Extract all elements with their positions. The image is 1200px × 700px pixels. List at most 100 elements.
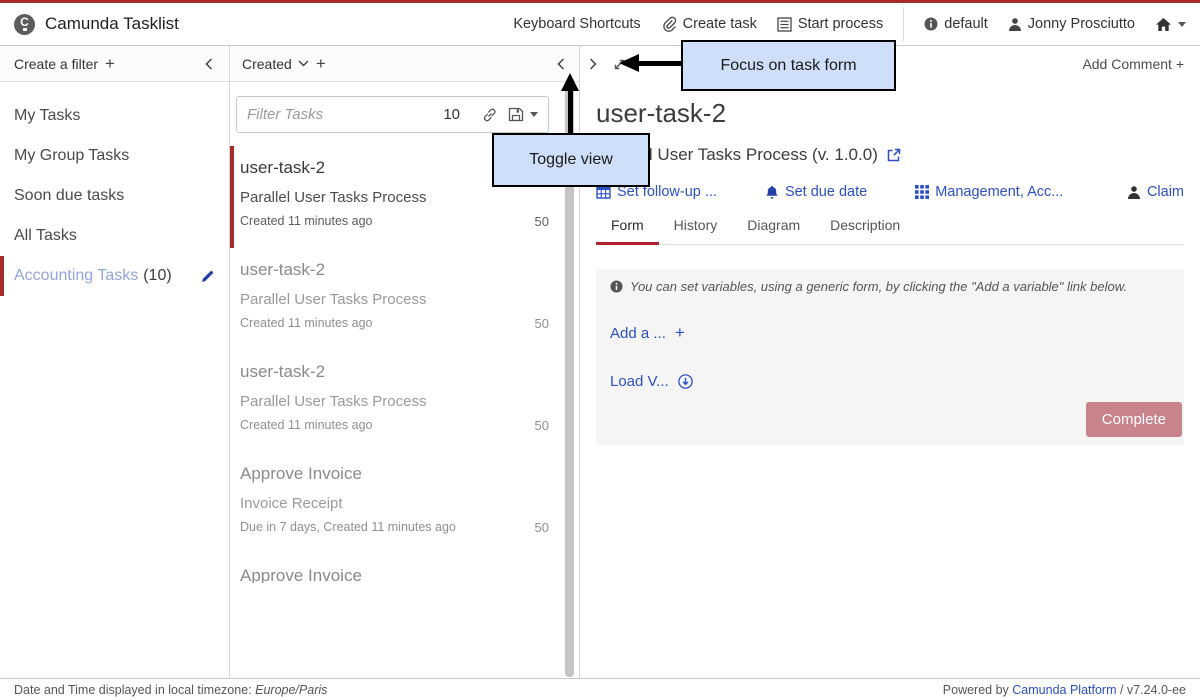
save-filter-icon[interactable] (508, 107, 524, 122)
task-name: user-task-2 (240, 362, 549, 382)
task-name: Approve Invoice (240, 464, 549, 484)
start-process-label: Start process (798, 16, 883, 32)
add-variable-link[interactable]: Add a ... + (610, 323, 685, 343)
filter-label: Soon due tasks (14, 187, 124, 205)
version-label: / v7.24.0-ee (1120, 683, 1186, 697)
collapse-sidebar-icon[interactable] (203, 57, 215, 71)
filter-item-accounting-tasks[interactable]: Accounting Tasks (10) (0, 256, 229, 296)
header-divider (903, 7, 904, 41)
filter-label: All Tasks (14, 227, 77, 245)
start-process-button[interactable]: Start process (777, 16, 883, 32)
task-process: Parallel User Tasks Process (240, 291, 549, 308)
timezone-note: Date and Time displayed in local timezon… (14, 683, 327, 697)
copy-link-icon[interactable] (482, 107, 498, 123)
task-row[interactable]: user-task-2 Parallel User Tasks Process … (230, 350, 579, 452)
task-detail-panel: Add Comment + user-task-2 Parallel User … (581, 46, 1200, 678)
chevron-down-icon (298, 60, 309, 67)
filter-item-all-tasks[interactable]: All Tasks (0, 216, 229, 256)
task-meta: Created 11 minutes ago (240, 214, 373, 229)
save-caret-down-icon[interactable] (530, 112, 538, 117)
annotation-toggle-view: Toggle view (492, 133, 650, 187)
load-variables-link[interactable]: Load V... (610, 373, 693, 390)
expand-panel-chevron-icon[interactable] (587, 57, 599, 71)
load-variables-label: Load V... (610, 373, 669, 390)
tab-description[interactable]: Description (815, 217, 915, 244)
filter-count: (10) (143, 267, 171, 285)
camunda-logo-icon: C (14, 14, 35, 35)
generic-form-panel: You can set variables, using a generic f… (596, 269, 1184, 445)
task-row[interactable]: user-task-2 Parallel User Tasks Process … (230, 248, 579, 350)
caret-down-icon (1178, 22, 1186, 27)
tab-form[interactable]: Form (596, 217, 659, 245)
bell-icon (765, 185, 779, 200)
annotation-arrowhead-left (619, 54, 639, 72)
groups-label: Management, Acc... (935, 184, 1063, 200)
create-filter-button[interactable]: Create a filter (14, 56, 98, 72)
task-search-box: 10 (236, 96, 549, 133)
app-title: Camunda Tasklist (45, 14, 179, 34)
edit-filter-pencil-icon[interactable] (200, 269, 215, 284)
complete-button[interactable]: Complete (1086, 402, 1182, 437)
timezone-label: Date and Time displayed in local timezon… (14, 683, 252, 697)
filter-list: My Tasks My Group Tasks Soon due tasks A… (0, 82, 229, 296)
task-list: user-task-2 Parallel User Tasks Process … (230, 146, 579, 583)
detail-tabs: Form History Diagram Description (596, 217, 1184, 245)
annotation-text: Toggle view (529, 151, 613, 169)
sort-dropdown[interactable]: Created (242, 56, 309, 72)
camunda-platform-link[interactable]: Camunda Platform (1012, 683, 1116, 697)
add-comment-button[interactable]: Add Comment + (1082, 56, 1184, 72)
brand: C Camunda Tasklist (14, 14, 179, 35)
task-process: Parallel User Tasks Process (240, 393, 549, 410)
download-circle-icon (678, 374, 693, 389)
paperclip-icon (661, 16, 677, 32)
status-footer: Date and Time displayed in local timezon… (0, 678, 1200, 700)
search-input[interactable] (247, 106, 443, 123)
external-link-icon[interactable] (886, 147, 902, 163)
task-priority: 50 (535, 316, 549, 331)
tab-diagram[interactable]: Diagram (732, 217, 815, 244)
powered-by-note: Powered by Camunda Platform / v7.24.0-ee (943, 683, 1186, 697)
annotation-arrowhead-up (561, 73, 579, 91)
claim-label: Claim (1147, 184, 1184, 200)
user-name: Jonny Prosciutto (1028, 16, 1135, 32)
create-task-button[interactable]: Create task (661, 16, 757, 32)
keyboard-shortcuts-link[interactable]: Keyboard Shortcuts (513, 16, 640, 32)
collapse-task-list-icon[interactable] (555, 57, 567, 71)
task-priority: 50 (535, 214, 549, 229)
filters-header: Create a filter + (0, 46, 229, 82)
home-menu[interactable] (1155, 17, 1186, 32)
grid-icon (915, 185, 929, 199)
keyboard-shortcuts-label: Keyboard Shortcuts (513, 16, 640, 32)
task-detail-content: user-task-2 Parallel User Tasks Process … (581, 98, 1200, 445)
logo-dot (23, 28, 27, 31)
add-variable-label: Add a ... (610, 325, 666, 342)
camunda-tasklist-app: C Camunda Tasklist Keyboard Shortcuts Cr… (0, 0, 1200, 700)
task-action-bar: Set follow-up ... Set due date Managemen… (596, 184, 1184, 200)
groups-button[interactable]: Management, Acc... (915, 184, 1063, 200)
annotation-focus-on-task-form: Focus on task form (681, 40, 896, 91)
filter-item-my-tasks[interactable]: My Tasks (0, 96, 229, 136)
annotation-text: Focus on task form (720, 57, 856, 75)
tab-history[interactable]: History (659, 217, 733, 244)
set-due-date-button[interactable]: Set due date (765, 184, 867, 200)
task-row[interactable]: Approve Invoice Invoice Receipt Due in 7… (230, 452, 579, 554)
filter-label: My Group Tasks (14, 147, 129, 165)
engine-selector[interactable]: default (924, 16, 988, 32)
add-comment-plus-icon: + (1176, 56, 1184, 72)
task-row[interactable]: Approve Invoice Invoice Receipt Due in 7… (230, 554, 579, 583)
annotation-arrow-shaft-horizontal (638, 61, 683, 66)
calendar-icon (596, 185, 611, 199)
filter-item-my-group-tasks[interactable]: My Group Tasks (0, 136, 229, 176)
claim-user-icon (1127, 185, 1141, 200)
task-list-header: Created + (230, 46, 579, 82)
filter-item-soon-due-tasks[interactable]: Soon due tasks (0, 176, 229, 216)
create-filter-plus-icon[interactable]: + (105, 54, 115, 74)
task-meta: Created 11 minutes ago (240, 316, 373, 331)
claim-button[interactable]: Claim (1127, 184, 1184, 200)
user-icon (1008, 17, 1022, 32)
add-sorting-plus-icon[interactable]: + (316, 54, 326, 74)
form-info-note: You can set variables, using a generic f… (610, 279, 1170, 294)
user-menu[interactable]: Jonny Prosciutto (1008, 16, 1135, 32)
logo-letter: C (20, 17, 29, 27)
filter-label: My Tasks (14, 107, 80, 125)
